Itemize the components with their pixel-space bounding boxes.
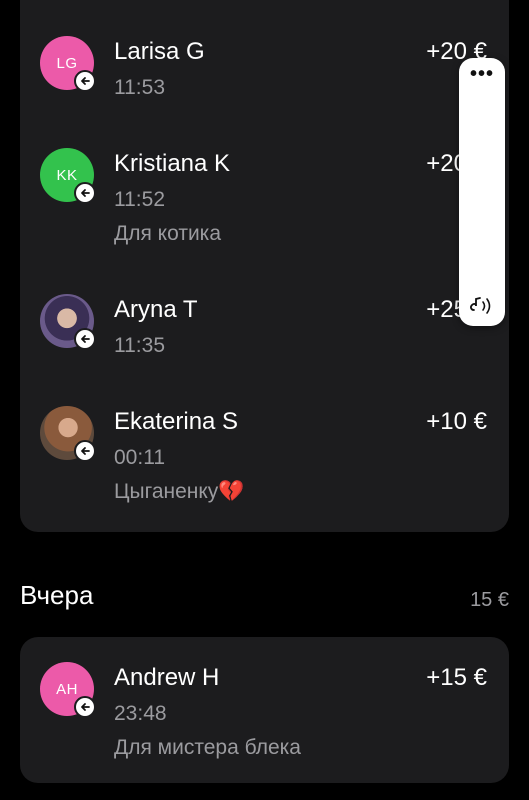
transaction-comment: Цыганенку💔: [114, 480, 245, 503]
transaction-comment: Для мистера блека: [114, 736, 301, 759]
transactions-card-yesterday: AH Andrew H 23:48 Для мистера блека +15 …: [20, 637, 509, 783]
incoming-arrow-icon: [74, 328, 96, 350]
transaction-name: Andrew H: [114, 664, 220, 691]
incoming-arrow-icon: [74, 440, 96, 462]
avatar: [40, 294, 96, 350]
avatar: KK: [40, 148, 96, 204]
section-total-yesterday: 15 €: [470, 589, 509, 611]
avatar: [40, 406, 96, 462]
transaction-row[interactable]: KK Kristiana K 11:52 Для котика +20 €: [20, 148, 509, 258]
incoming-arrow-icon: [74, 182, 96, 204]
transactions-screen: LG Larisa G 11:53 +20 € KK Kristiana K 1…: [0, 0, 529, 800]
transaction-row[interactable]: Aryna T 11:35 +25 €: [20, 294, 509, 404]
transaction-time: 23:48: [114, 702, 167, 725]
transaction-row[interactable]: LG Larisa G 11:53 +20 €: [20, 36, 509, 146]
avatar: LG: [40, 36, 96, 92]
transaction-name: Larisa G: [114, 38, 205, 65]
transaction-name: Ekaterina S: [114, 408, 239, 435]
incoming-arrow-icon: [74, 70, 96, 92]
more-options-icon[interactable]: •••: [459, 64, 505, 84]
transaction-name: Aryna T: [114, 296, 198, 323]
transaction-amount: +10 €: [426, 408, 487, 435]
transaction-time: 00:11: [114, 446, 165, 469]
transactions-card-today: LG Larisa G 11:53 +20 € KK Kristiana K 1…: [20, 0, 509, 532]
transaction-comment: Для котика: [114, 222, 221, 245]
transaction-time: 11:52: [114, 188, 165, 211]
floating-overlay-panel[interactable]: •••: [459, 58, 505, 326]
incoming-arrow-icon: [74, 696, 96, 718]
transaction-time: 11:53: [114, 76, 165, 99]
avatar: AH: [40, 662, 96, 718]
transaction-amount: +15 €: [426, 664, 487, 691]
transaction-time: 11:35: [114, 334, 165, 357]
section-title-yesterday: Вчера: [20, 580, 94, 610]
sound-wave-icon[interactable]: [468, 294, 496, 318]
transaction-row[interactable]: AH Andrew H 23:48 Для мистера блека +15 …: [20, 662, 509, 772]
transaction-row[interactable]: Ekaterina S 00:11 Цыганенку💔 +10 €: [20, 406, 509, 516]
transaction-name: Kristiana K: [114, 150, 231, 177]
